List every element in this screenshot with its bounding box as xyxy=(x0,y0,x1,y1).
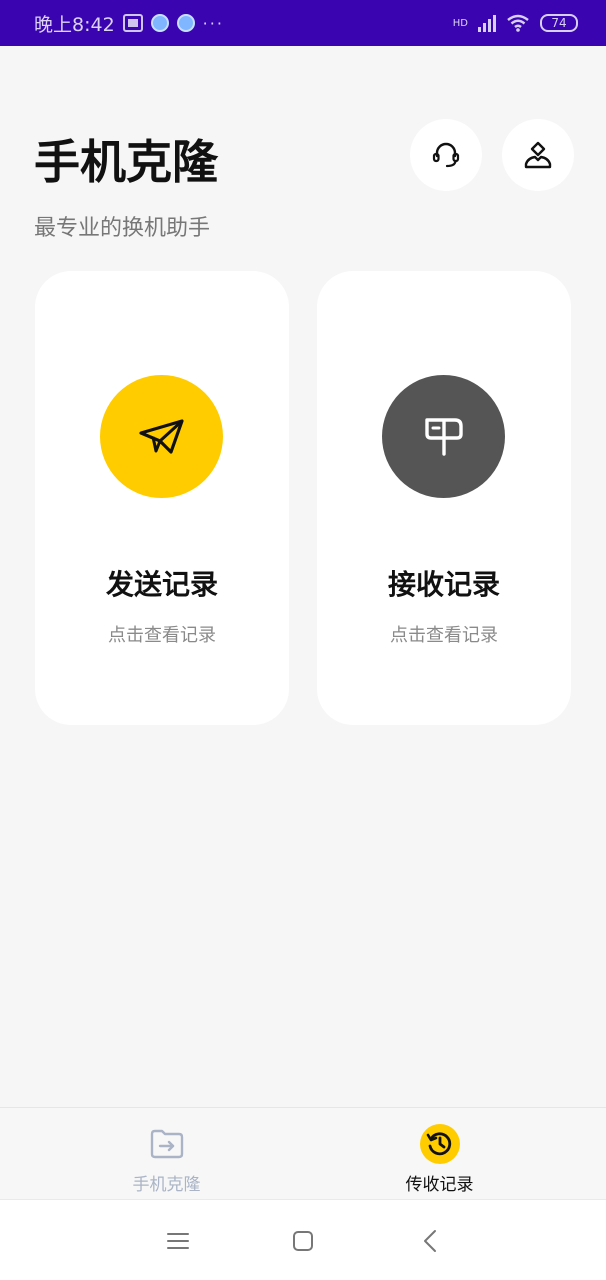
tab-phone-clone-label: 手机克隆 xyxy=(132,1175,201,1195)
receive-records-icon-circle xyxy=(382,375,505,498)
support-button[interactable] xyxy=(410,119,482,191)
home-icon xyxy=(293,1231,313,1251)
tab-transfer-records[interactable]: 传收记录 xyxy=(288,1108,591,1200)
receive-records-title: 接收记录 xyxy=(387,568,500,601)
wifi-icon xyxy=(507,14,529,32)
send-records-subtitle: 点击查看记录 xyxy=(108,625,216,646)
status-left: 晚上8:42 ··· xyxy=(34,10,224,37)
tab-phone-clone-icon-wrap xyxy=(147,1124,187,1164)
status-right: HD 74 xyxy=(453,14,578,32)
send-records-icon-circle xyxy=(100,375,223,498)
history-icon xyxy=(426,1132,451,1156)
page-title: 手机克隆 xyxy=(34,135,218,189)
system-nav-bar xyxy=(0,1199,606,1280)
user-icon xyxy=(524,141,552,169)
paper-plane-icon xyxy=(138,418,184,454)
page-subtitle: 最专业的换机助手 xyxy=(34,216,211,241)
battery-level: 74 xyxy=(551,16,567,30)
recent-apps-button[interactable] xyxy=(163,1226,193,1256)
send-records-title: 发送记录 xyxy=(105,568,218,601)
network-label: HD xyxy=(452,17,468,29)
tab-transfer-records-label: 传收记录 xyxy=(405,1175,474,1195)
receive-records-card[interactable]: 接收记录 点击查看记录 xyxy=(317,271,571,725)
home-button[interactable] xyxy=(288,1226,318,1256)
headset-icon xyxy=(432,142,460,168)
notification-app-icon xyxy=(122,14,143,32)
notification-dot-icon xyxy=(150,14,169,32)
send-records-card[interactable]: 发送记录 点击查看记录 xyxy=(35,271,289,725)
user-button[interactable] xyxy=(502,119,574,191)
back-button[interactable] xyxy=(415,1226,445,1256)
signal-icon xyxy=(478,14,496,32)
status-time: 晚上8:42 xyxy=(34,13,115,36)
mailbox-icon xyxy=(424,417,463,456)
more-notifications: ··· xyxy=(202,13,224,33)
receive-records-subtitle: 点击查看记录 xyxy=(390,625,498,646)
tab-phone-clone[interactable]: 手机克隆 xyxy=(15,1108,318,1200)
folder-transfer-icon xyxy=(150,1129,183,1159)
status-bar: 晚上8:42 ··· HD 74 xyxy=(0,0,606,46)
bottom-tab-bar: 手机克隆 传收记录 xyxy=(0,1107,606,1199)
tab-transfer-records-icon-wrap xyxy=(419,1124,460,1164)
notification-dot-icon-2 xyxy=(176,14,195,32)
battery-icon: 74 xyxy=(540,14,578,32)
menu-icon xyxy=(167,1233,189,1249)
back-icon xyxy=(424,1230,436,1252)
